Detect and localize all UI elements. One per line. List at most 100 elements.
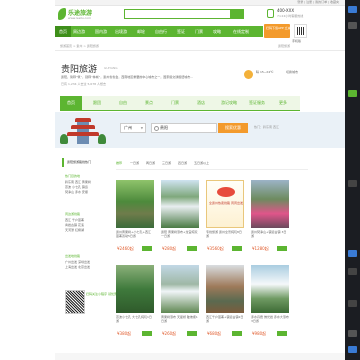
search-input-value: 贵阳 bbox=[160, 125, 168, 130]
product-image[interactable] bbox=[251, 180, 289, 228]
nav-item-tickets[interactable]: 门票 bbox=[195, 26, 203, 37]
tab-guides[interactable]: 游记攻略 bbox=[216, 96, 242, 110]
product-price: ¥680起 bbox=[207, 331, 222, 336]
product-card[interactable]: 黄果树瀑布 天星桥 陡坡塘1日游 ¥260起 bbox=[161, 265, 199, 345]
book-button[interactable] bbox=[187, 246, 197, 251]
product-title[interactable]: 贵阳 黄果树瀑布+龙宫纯玩一日游 bbox=[161, 230, 199, 238]
tab-free[interactable]: 自由 bbox=[112, 96, 134, 110]
nav-item-custom[interactable]: 在线定制 bbox=[233, 26, 249, 37]
product-title[interactable]: 贵州梵净山+镇远古镇 3日游 bbox=[251, 230, 289, 238]
footer-strip bbox=[55, 353, 345, 360]
product-title[interactable]: 赤水丹霞 佛光岩 赤水大瀑布3日游 bbox=[251, 315, 289, 323]
filter-option[interactable]: 两日游 bbox=[146, 159, 155, 168]
book-button[interactable] bbox=[232, 331, 242, 336]
nav-item-domestic[interactable]: 国内游 bbox=[95, 26, 107, 37]
nav-item-visa[interactable]: 签证 bbox=[177, 26, 185, 37]
hot-keywords[interactable]: 热门：黔东南 西江 bbox=[254, 125, 279, 129]
divider bbox=[116, 169, 308, 170]
switch-city-link[interactable]: 切换城市 bbox=[286, 70, 298, 74]
product-image[interactable] bbox=[161, 265, 199, 313]
product-title[interactable]: 西江千户苗寨+镇远古镇2日游 bbox=[206, 315, 244, 323]
left-link[interactable]: 天河潭 红枫湖 bbox=[65, 228, 107, 232]
nav-item-nearby[interactable]: 周边游 bbox=[73, 26, 85, 37]
tab-more[interactable]: 更多 bbox=[272, 96, 294, 110]
tab-hotels[interactable]: 酒店 bbox=[190, 96, 212, 110]
left-link[interactable]: 黔东南 西江 黄果树 bbox=[65, 180, 107, 184]
app-promo-banner[interactable]: 扫码下载APP 立减50元 bbox=[264, 24, 297, 38]
nav-item-cruise[interactable]: 邮轮 bbox=[137, 26, 145, 37]
filter-option[interactable]: 三日游 bbox=[162, 159, 171, 168]
product-card[interactable]: 赤水丹霞 佛光岩 赤水大瀑布3日游 ¥980起 bbox=[251, 265, 289, 345]
book-button[interactable] bbox=[187, 331, 197, 336]
logo-subtext: www.leetu.com bbox=[68, 16, 92, 20]
product-card[interactable]: 贵州黄果树+小七孔+西江苗寨双动5日游 ¥2460起 bbox=[116, 180, 154, 260]
tab-visa[interactable]: 签证服务 bbox=[244, 96, 270, 110]
hotline-subtext: 7×24小时客服热线 bbox=[277, 14, 304, 18]
main-nav: 首页 周边游 国内游 出境游 邮轮 自由行 签证 门票 攻略 在线定制 bbox=[55, 26, 263, 37]
product-card[interactable]: 荔波小七孔 大七孔纯玩1日游 ¥380起 bbox=[116, 265, 154, 345]
book-button[interactable] bbox=[277, 331, 287, 336]
product-card[interactable]: 全贵州热卖线路 周周出发 专线旅游 贵州全景纯玩8日游 ¥3560起 bbox=[206, 180, 244, 260]
left-link[interactable]: 上海出发 北京出发 bbox=[65, 265, 107, 269]
tab-sights[interactable]: 景点 bbox=[138, 96, 160, 110]
left-link[interactable]: 广州出发 深圳出发 bbox=[65, 260, 107, 264]
product-title[interactable]: 专线旅游 贵州全景纯玩8日游 bbox=[206, 230, 244, 238]
nav-item-outbound[interactable]: 出境游 bbox=[115, 26, 127, 37]
product-image[interactable] bbox=[116, 180, 154, 228]
settings-icon[interactable] bbox=[348, 300, 357, 307]
app-icon[interactable] bbox=[348, 6, 357, 13]
product-image[interactable]: 全贵州热卖线路 周周出发 bbox=[206, 180, 244, 228]
window-icon[interactable] bbox=[348, 330, 357, 337]
tab-home[interactable]: 首页 bbox=[60, 96, 82, 110]
product-image[interactable] bbox=[251, 265, 289, 313]
header-search-button[interactable] bbox=[230, 9, 244, 19]
tab-group[interactable]: 跟团 bbox=[86, 96, 108, 110]
product-title[interactable]: 黄果树瀑布 天星桥 陡坡塘1日游 bbox=[161, 315, 199, 323]
app-promo-text: 扫码下载APP 立减50元 bbox=[266, 26, 298, 30]
chevron-down-icon: ▼ bbox=[140, 126, 143, 130]
book-button[interactable] bbox=[142, 331, 152, 336]
nav-item-home[interactable]: 首页 bbox=[55, 26, 71, 37]
download-icon[interactable] bbox=[348, 250, 357, 257]
product-card[interactable]: 贵阳 黄果树瀑布+龙宫纯玩一日游 ¥280起 bbox=[161, 180, 199, 260]
filter-option[interactable]: 推荐 bbox=[116, 159, 122, 168]
tree-icon bbox=[60, 134, 68, 144]
product-image[interactable] bbox=[206, 265, 244, 313]
left-link[interactable]: 梵净山 赤水 安顺 bbox=[65, 190, 107, 194]
book-button[interactable] bbox=[277, 246, 287, 251]
filter-option[interactable]: 五日游以上 bbox=[194, 159, 209, 168]
globe-icon[interactable] bbox=[348, 346, 357, 353]
product-image[interactable] bbox=[161, 180, 199, 228]
tab-tickets[interactable]: 门票 bbox=[164, 96, 186, 110]
book-button[interactable] bbox=[142, 246, 152, 251]
book-button[interactable] bbox=[232, 246, 242, 251]
site-logo[interactable]: 乐途旅游 www.leetu.com bbox=[58, 7, 92, 23]
left-link[interactable]: 荔波 小七孔 镇远 bbox=[65, 185, 107, 189]
product-price: ¥260起 bbox=[162, 331, 177, 336]
departure-select[interactable]: 广州 ▼ bbox=[120, 123, 146, 133]
user-icon[interactable] bbox=[348, 180, 357, 187]
product-card[interactable]: 西江千户苗寨+镇远古镇2日游 ¥680起 bbox=[206, 265, 244, 345]
product-title[interactable]: 贵州黄果树+小七孔+西江苗寨双动5日游 bbox=[116, 230, 154, 238]
chat-icon[interactable] bbox=[348, 90, 357, 97]
sun-weather-icon bbox=[244, 70, 253, 79]
breadcrumb[interactable]: 旅游首页 > 贵州 > 贵阳旅游 bbox=[60, 44, 99, 48]
top-links[interactable]: 登录 | 注册 | 我的订单 | 收藏夹 bbox=[297, 0, 339, 5]
menu-icon[interactable] bbox=[348, 22, 357, 29]
nav-item-freetour[interactable]: 自由行 bbox=[155, 26, 167, 37]
left-link[interactable]: 西江 千户苗寨 bbox=[65, 218, 107, 222]
destination-title: 贵阳旅游 bbox=[61, 65, 98, 75]
search-button[interactable]: 搜索优惠 bbox=[218, 123, 248, 133]
page: 登录 | 注册 | 我的订单 | 收藏夹 乐途旅游 www.leetu.com … bbox=[0, 0, 345, 360]
product-title[interactable]: 荔波小七孔 大七孔纯玩1日游 bbox=[116, 315, 154, 323]
filter-option[interactable]: 一日游 bbox=[130, 159, 139, 168]
header-search-input[interactable] bbox=[124, 9, 231, 19]
filter-option[interactable]: 四日游 bbox=[178, 159, 187, 168]
departure-value: 广州 bbox=[124, 125, 132, 130]
left-link[interactable]: 青岩古镇 花溪 bbox=[65, 223, 107, 227]
destination-search-input[interactable]: 贵阳 bbox=[151, 123, 217, 133]
star-icon[interactable] bbox=[348, 268, 357, 275]
nav-item-guides[interactable]: 攻略 bbox=[213, 26, 221, 37]
product-card[interactable]: 贵州梵净山+镇远古镇 3日游 ¥1280起 bbox=[251, 180, 289, 260]
product-image[interactable] bbox=[116, 265, 154, 313]
